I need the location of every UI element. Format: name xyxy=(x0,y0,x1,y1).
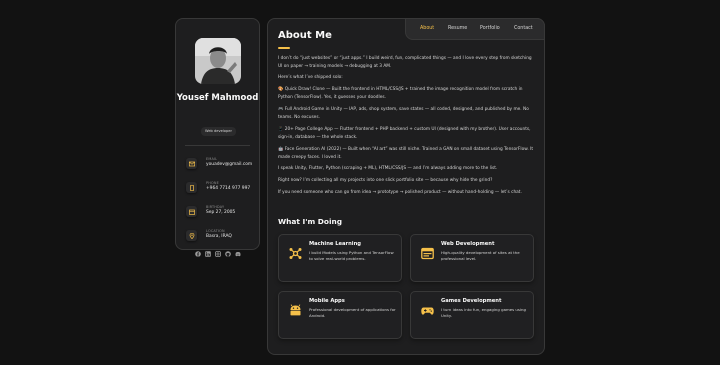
discord-icon[interactable] xyxy=(235,251,241,257)
title-underline xyxy=(278,47,290,49)
about-paragraph: Right now? I’m collecting all my project… xyxy=(278,178,493,183)
service-text: Professional development of applications… xyxy=(309,307,396,318)
service-card-web-development: Web Development High-quality development… xyxy=(410,234,534,282)
linkedin-icon[interactable] xyxy=(205,251,211,257)
contact-title: LOCATION xyxy=(206,229,225,233)
avatar xyxy=(195,38,241,84)
service-card-machine-learning: Machine Learning I build Models using Py… xyxy=(278,234,402,282)
service-title: Mobile Apps xyxy=(309,298,345,304)
service-card-mobile-apps: Mobile Apps Professional development of … xyxy=(278,291,402,339)
service-text: I turn ideas into fun, engaging games us… xyxy=(441,307,526,318)
birthday-value: Sep 27, 2005 xyxy=(206,210,236,215)
location-value: Basra, IRAQ xyxy=(206,234,232,239)
browser-window-icon xyxy=(421,247,434,260)
avatar-photo xyxy=(195,38,241,84)
nav-portfolio[interactable]: Portfolio xyxy=(480,26,500,31)
service-text: High-quality development of sites at the… xyxy=(441,250,520,261)
navbar: About Resume Portfolio Contact xyxy=(405,18,545,40)
service-card-games-development: Games Development I turn ideas into fun,… xyxy=(410,291,534,339)
profile-name: Yousef Mahmood xyxy=(176,93,259,103)
service-title: Machine Learning xyxy=(309,241,361,247)
neural-network-icon xyxy=(289,247,302,260)
contact-phone: PHONE +964 7714 977 997 xyxy=(186,179,256,199)
about-paragraph: If you need someone who can go from idea… xyxy=(278,190,522,195)
contact-title: PHONE xyxy=(206,181,219,185)
about-paragraph: I speak Unity, Flutter, Python (scraping… xyxy=(278,166,498,171)
contact-birthday: BIRTHDAY Sep 27, 2005 xyxy=(186,203,256,223)
about-paragraph: 🎮 Full Android Game in Unity — IAP, ads,… xyxy=(278,107,529,120)
page-title: About Me xyxy=(278,30,332,41)
facebook-icon[interactable] xyxy=(195,251,201,257)
phone-icon xyxy=(186,182,197,193)
nav-contact[interactable]: Contact xyxy=(514,26,533,31)
contact-title: EMAIL xyxy=(206,157,218,161)
gamepad-icon xyxy=(421,304,434,317)
github-icon[interactable] xyxy=(225,251,231,257)
service-title: Games Development xyxy=(441,298,502,304)
location-pin-icon xyxy=(186,230,197,241)
main-content: About Resume Portfolio Contact About Me … xyxy=(267,18,545,355)
about-paragraph: 🤖 Face Generation AI (2022) — Built when… xyxy=(278,147,534,160)
service-text: I build Models using Python and TensorFl… xyxy=(309,250,394,261)
calendar-icon xyxy=(186,206,197,217)
nav-about[interactable]: About xyxy=(420,26,434,31)
phone-link[interactable]: +964 7714 977 997 xyxy=(206,186,250,191)
profile-sidebar: Yousef Mahmood Web developer EMAIL youad… xyxy=(175,18,260,257)
about-paragraph: 📱 20+ Page College App — Flutter fronten… xyxy=(278,127,531,140)
about-paragraph: 🎨 Quick Draw! Clone — Built the frontend… xyxy=(278,87,523,100)
mail-icon xyxy=(186,158,197,169)
contact-title: BIRTHDAY xyxy=(206,205,225,209)
nav-resume[interactable]: Resume xyxy=(448,26,467,31)
services-title: What I'm Doing xyxy=(278,217,343,226)
instagram-icon[interactable] xyxy=(215,251,221,257)
about-paragraph: I don’t do “just websites” or “just apps… xyxy=(278,56,532,69)
service-title: Web Development xyxy=(441,241,495,247)
android-icon xyxy=(289,304,302,317)
email-link[interactable]: youadev@gmail.com xyxy=(206,162,252,167)
contact-email: EMAIL youadev@gmail.com xyxy=(186,155,256,175)
contact-location: LOCATION Basra, IRAQ xyxy=(186,227,256,247)
sidebar-divider xyxy=(185,145,250,146)
role-badge: Web developer xyxy=(201,127,236,136)
about-paragraph: Here’s what I’ve shipped solo: xyxy=(278,75,343,80)
